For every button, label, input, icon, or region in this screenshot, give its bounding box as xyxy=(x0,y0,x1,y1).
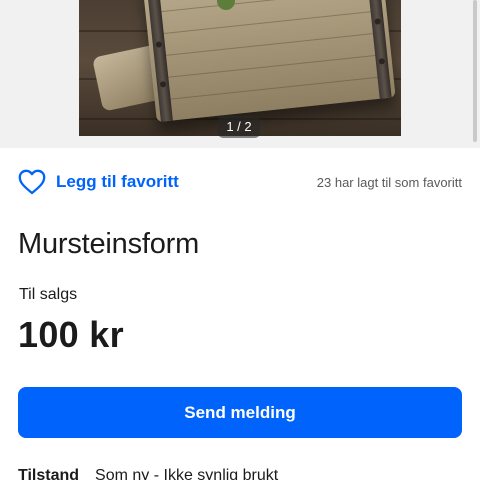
heart-outline-icon xyxy=(18,169,46,195)
listing-price: 100 kr xyxy=(18,314,124,355)
brick-mold-box xyxy=(142,0,396,123)
favorite-count: 23 har lagt til som favoritt xyxy=(316,174,462,190)
scrollbar[interactable] xyxy=(473,0,477,142)
condition-label: Tilstand xyxy=(18,467,80,480)
condition-row: Tilstand Som ny - Ikke synlig brukt xyxy=(18,467,278,480)
image-counter: 1 / 2 xyxy=(218,116,260,138)
listing-title: Mursteinsform xyxy=(18,228,200,260)
image-gallery[interactable]: 1 / 2 xyxy=(0,0,480,148)
add-favorite-label: Legg til favoritt xyxy=(56,172,179,191)
add-favorite-button[interactable]: Legg til favoritt xyxy=(18,169,179,195)
ad-page: 1 / 2 Legg til favoritt 23 har lagt til … xyxy=(0,0,480,480)
send-message-button[interactable]: Send melding xyxy=(18,387,462,438)
favorite-row: Legg til favoritt 23 har lagt til som fa… xyxy=(18,168,462,196)
condition-value: Som ny - Ikke synlig brukt xyxy=(95,467,279,480)
listing-status: Til salgs xyxy=(19,286,78,303)
